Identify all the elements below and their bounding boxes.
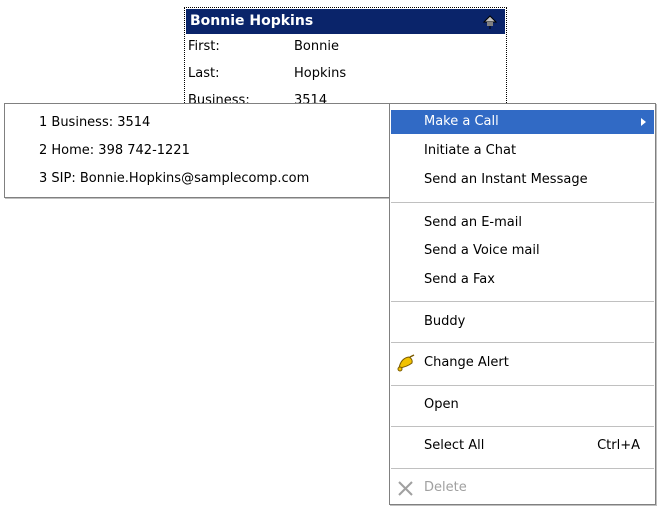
bell-icon (397, 354, 415, 372)
menu-separator (391, 301, 654, 302)
send-im-label: Send an Instant Message (424, 172, 588, 187)
delete-x-icon (398, 481, 413, 496)
send-voicemail-item[interactable]: Send a Voice mail (391, 239, 654, 263)
call-submenu: 1 Business: 3514 2 Home: 398 742-1221 3 … (4, 103, 390, 198)
send-fax-label: Send a Fax (424, 272, 495, 287)
menu-separator (391, 468, 654, 469)
send-email-label: Send an E-mail (424, 215, 522, 230)
buddy-label: Buddy (424, 314, 466, 329)
context-menu: Make a Call Initiate a Chat Send an Inst… (389, 103, 656, 505)
menu-separator (391, 202, 654, 203)
send-im-item[interactable]: Send an Instant Message (391, 168, 654, 192)
open-item[interactable]: Open (391, 393, 654, 417)
contact-first-label: First: (188, 39, 220, 54)
initiate-chat-label: Initiate a Chat (424, 143, 517, 158)
call-sip-item[interactable]: 3 SIP: Bonnie.Hopkins@samplecomp.com (39, 168, 309, 190)
select-all-item[interactable]: Select All Ctrl+A (391, 434, 654, 458)
contact-last-value: Hopkins (294, 66, 347, 81)
call-business-item[interactable]: 1 Business: 3514 (39, 112, 150, 134)
delete-item[interactable]: Delete (391, 476, 654, 500)
make-call-label: Make a Call (424, 114, 499, 129)
pin-icon[interactable] (481, 13, 499, 29)
open-label: Open (424, 397, 459, 412)
menu-separator (391, 385, 654, 386)
menu-separator (391, 426, 654, 427)
change-alert-label: Change Alert (424, 355, 509, 370)
send-email-item[interactable]: Send an E-mail (391, 211, 654, 235)
delete-label: Delete (424, 480, 467, 495)
menu-separator (391, 342, 654, 343)
send-fax-item[interactable]: Send a Fax (391, 268, 654, 292)
initiate-chat-item[interactable]: Initiate a Chat (391, 139, 654, 163)
contact-last-label: Last: (188, 66, 220, 81)
submenu-arrow-icon (641, 118, 646, 126)
select-all-label: Select All (424, 438, 485, 453)
send-voicemail-label: Send a Voice mail (424, 243, 540, 258)
contact-card: Bonnie Hopkins First: Bonnie Last: Hopki… (184, 7, 507, 109)
buddy-item[interactable]: Buddy (391, 310, 654, 334)
contact-name: Bonnie Hopkins (190, 13, 314, 29)
contact-first-value: Bonnie (294, 39, 339, 54)
make-call-item[interactable]: Make a Call (391, 110, 654, 134)
call-home-item[interactable]: 2 Home: 398 742-1221 (39, 140, 190, 162)
change-alert-item[interactable]: Change Alert (391, 351, 654, 375)
select-all-shortcut: Ctrl+A (597, 438, 640, 453)
contact-card-title: Bonnie Hopkins (186, 9, 505, 34)
